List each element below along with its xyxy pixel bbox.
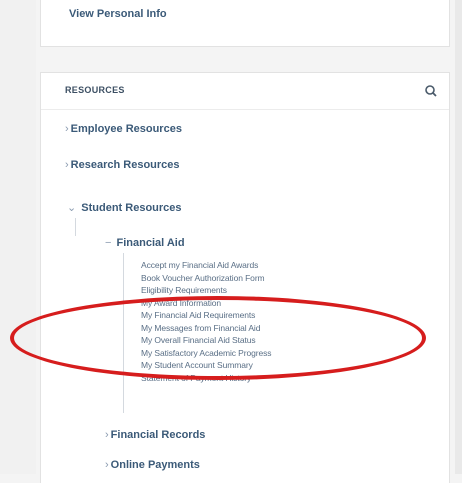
financial-aid-link[interactable]: Statement of Payment History xyxy=(141,372,271,385)
search-icon[interactable] xyxy=(421,81,441,101)
financial-aid-link[interactable]: Accept my Financial Aid Awards xyxy=(141,259,271,272)
financial-aid-tree-line xyxy=(123,253,124,413)
financial-aid-link[interactable]: My Overall Financial Aid Status xyxy=(141,334,271,347)
tree-item-online-payments[interactable]: › Online Payments xyxy=(105,459,200,471)
financial-aid-link[interactable]: Book Voucher Authorization Form xyxy=(141,272,271,285)
bullet-icon: › xyxy=(65,159,69,171)
tree-item-label: Student Resources xyxy=(81,202,182,214)
right-margin xyxy=(455,0,462,474)
personal-info-card: View Personal Info xyxy=(40,0,450,47)
tree-item-student-resources[interactable]: ⌄ Student Resources xyxy=(67,201,182,214)
tree-item-label: Financial Records xyxy=(110,429,206,441)
resources-title: RESOURCES xyxy=(65,85,125,95)
tree-item-financial-aid[interactable]: − Financial Aid xyxy=(105,237,185,249)
financial-aid-link[interactable]: My Messages from Financial Aid xyxy=(141,322,271,335)
resources-card: RESOURCES › Employee Resources › Research … xyxy=(40,72,450,483)
financial-aid-link[interactable]: My Financial Aid Requirements xyxy=(141,309,271,322)
chevron-down-icon: ⌄ xyxy=(67,202,77,214)
tree-item-label: Research Resources xyxy=(70,159,180,171)
tree-item-label: Online Payments xyxy=(110,459,200,471)
financial-aid-link[interactable]: My Satisfactory Academic Progress xyxy=(141,347,271,360)
view-personal-info-link[interactable]: View Personal Info xyxy=(69,8,167,20)
minus-icon: − xyxy=(105,237,112,249)
resources-header: RESOURCES xyxy=(41,73,449,110)
tree-item-financial-records[interactable]: › Financial Records xyxy=(105,429,205,441)
financial-aid-links: Accept my Financial Aid Awards Book Vouc… xyxy=(141,259,271,384)
bullet-icon: › xyxy=(105,429,109,441)
left-margin xyxy=(0,0,36,474)
tree-item-research-resources[interactable]: › Research Resources xyxy=(65,159,180,171)
bullet-icon: › xyxy=(105,459,109,471)
financial-aid-link[interactable]: Eligibility Requirements xyxy=(141,284,271,297)
financial-aid-link[interactable]: My Student Account Summary xyxy=(141,359,271,372)
student-tree-line xyxy=(75,218,76,236)
financial-aid-link[interactable]: My Award Information xyxy=(141,297,271,310)
tree-item-employee-resources[interactable]: › Employee Resources xyxy=(65,123,182,135)
bullet-icon: › xyxy=(65,123,69,135)
tree-item-label: Financial Aid xyxy=(116,237,185,249)
tree-item-label: Employee Resources xyxy=(70,123,182,135)
